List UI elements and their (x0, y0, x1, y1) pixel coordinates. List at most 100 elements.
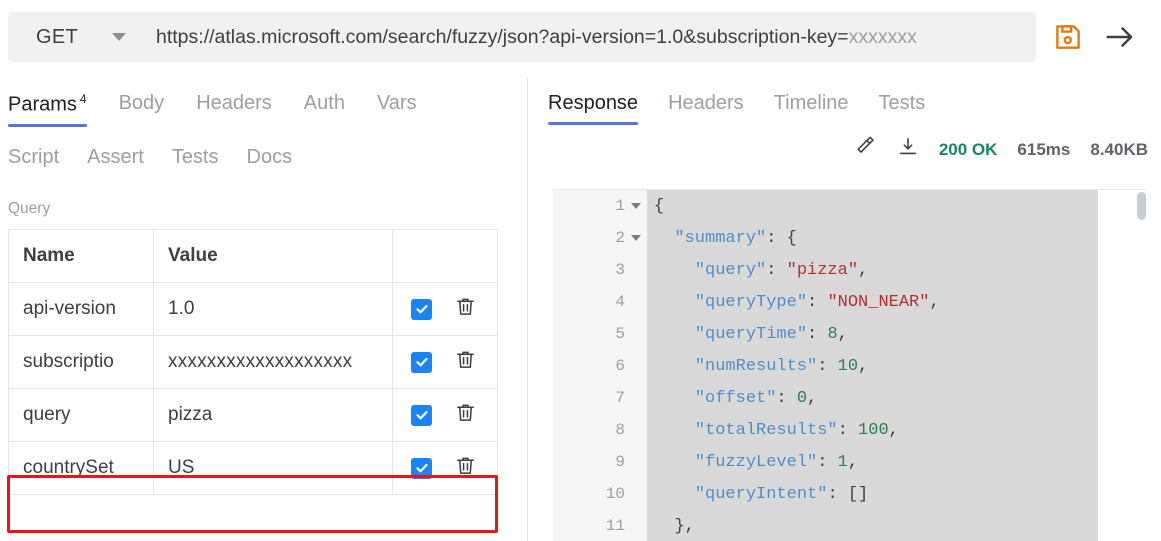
chevron-down-icon[interactable] (112, 33, 126, 41)
code-line: "numResults": 10, (648, 350, 1098, 382)
query-section-label: Query (8, 200, 51, 217)
actions-wrapper (394, 348, 497, 377)
query-params-table: Name Value api-version 1.0 subscriptio xxxxx… (8, 229, 498, 495)
fold-toggle-icon[interactable] (631, 203, 641, 209)
param-value-cell[interactable]: 1.0 (153, 282, 393, 336)
tab-docs[interactable]: Docs (247, 146, 293, 169)
trash-icon[interactable] (454, 401, 477, 430)
code-token: : (817, 452, 838, 472)
code-line: "summary": { (648, 222, 1098, 254)
response-body-viewer[interactable]: 1 2 3 4 5 6 7 8 9 10 11 { "summary": { "query": "p… (553, 189, 1146, 541)
http-method-label: GET (36, 25, 79, 48)
param-value-cell[interactable]: pizza (153, 388, 393, 442)
tab-label: Script (8, 146, 60, 168)
line-number: 5 (553, 318, 647, 350)
tab-timeline[interactable]: Timeline (774, 92, 849, 125)
trash-icon[interactable] (454, 454, 477, 483)
line-number-label: 5 (615, 325, 625, 343)
param-enabled-checkbox[interactable] (411, 298, 432, 320)
code-token: , (847, 452, 859, 472)
tab-body[interactable]: Body (119, 92, 165, 125)
code-line: "totalResults": 100, (648, 414, 1098, 446)
param-name-cell[interactable]: countrySet (8, 441, 154, 495)
tab-label: Response (548, 92, 639, 114)
tab-headers[interactable]: Headers (196, 92, 272, 125)
tab-response[interactable]: Response (548, 92, 639, 125)
line-number-gutter: 1 2 3 4 5 6 7 8 9 10 11 (553, 190, 648, 541)
code-token: "pizza" (786, 260, 859, 280)
param-enabled-checkbox[interactable] (411, 351, 432, 373)
request-secondary-tabs: Script Assert Tests Docs (8, 146, 292, 169)
code-token: : (776, 388, 797, 408)
code-token: : (837, 420, 859, 440)
code-token: : (807, 292, 828, 312)
line-number-label: 11 (605, 517, 625, 535)
tab-tests[interactable]: Tests (879, 92, 926, 125)
param-enabled-checkbox[interactable] (411, 457, 432, 479)
tab-vars[interactable]: Vars (377, 92, 417, 125)
tab-assert[interactable]: Assert (87, 146, 144, 169)
code-token: , (858, 260, 869, 280)
line-number: 2 (553, 222, 647, 254)
tab-tests[interactable]: Tests (172, 146, 219, 169)
line-number: 6 (553, 350, 647, 382)
trash-icon[interactable] (454, 348, 477, 377)
param-actions-cell (392, 282, 498, 336)
code-token: : (807, 324, 828, 344)
send-request-arrow-icon[interactable] (1104, 22, 1136, 52)
url-input[interactable]: https://atlas.microsoft.com/search/fuzzy… (156, 26, 1036, 49)
url-bar: GET https://atlas.microsoft.com/search/f… (8, 12, 1036, 62)
line-number: 1 (553, 190, 647, 222)
code-token: : (766, 260, 787, 280)
tab-auth[interactable]: Auth (304, 92, 345, 125)
table-header-row: Name Value (8, 229, 498, 283)
code-line: "queryType": "NON_NEAR", (648, 286, 1098, 318)
request-primary-tabs: Params 4 Body Headers Auth Vars (8, 92, 417, 127)
table-row[interactable]: countrySet US (8, 441, 498, 495)
trash-icon[interactable] (454, 295, 477, 324)
line-number-label: 1 (615, 197, 625, 215)
code-token: , (888, 420, 899, 440)
http-method-selector[interactable]: GET (8, 26, 108, 49)
response-size: 8.40KB (1090, 139, 1148, 159)
param-name-cell[interactable]: subscriptio (8, 335, 154, 389)
table-row[interactable]: api-version 1.0 (8, 282, 498, 336)
line-number: 11 (553, 510, 647, 541)
tab-params[interactable]: Params 4 (8, 92, 87, 127)
table-row[interactable]: query pizza (8, 388, 498, 442)
param-value-cell[interactable]: xxxxxxxxxxxxxxxxxxx (153, 335, 393, 389)
tab-label: Tests (171, 146, 219, 168)
code-token: "queryType" (654, 292, 808, 312)
param-value-cell[interactable]: US (153, 441, 393, 495)
param-enabled-checkbox[interactable] (411, 404, 432, 426)
status-badge: 200 OK (938, 139, 998, 159)
table-row[interactable]: subscriptio xxxxxxxxxxxxxxxxxxx (8, 335, 498, 389)
eraser-icon[interactable] (855, 136, 877, 163)
json-code-area[interactable]: { "summary": { "query": "pizza", "queryT… (648, 190, 1098, 541)
line-number: 10 (553, 478, 647, 510)
tab-label: Docs (246, 146, 293, 168)
code-token: : (817, 356, 838, 376)
code-line: "query": "pizza", (648, 254, 1098, 286)
code-token: "NON_NEAR" (827, 292, 930, 312)
line-number: 9 (553, 446, 647, 478)
param-name-cell[interactable]: query (8, 388, 154, 442)
code-token: 100 (858, 420, 889, 440)
param-actions-cell (392, 388, 498, 442)
param-name-cell[interactable]: api-version (8, 282, 154, 336)
line-number-label: 7 (615, 389, 625, 407)
code-token: "fuzzyLevel" (654, 452, 818, 472)
response-scrollbar-thumb[interactable] (1137, 192, 1146, 220)
tab-badge-count: 4 (79, 92, 87, 106)
tab-headers[interactable]: Headers (668, 92, 744, 125)
save-floppy-icon[interactable] (1053, 22, 1083, 52)
tab-label: Body (118, 92, 165, 114)
download-icon[interactable] (897, 136, 919, 163)
actions-wrapper (394, 454, 497, 483)
tab-script[interactable]: Script (8, 146, 59, 169)
code-token: , (837, 324, 848, 344)
response-meta-bar: 200 OK 615ms 8.40KB (548, 136, 1148, 163)
column-header-actions (392, 229, 498, 283)
fold-toggle-icon[interactable] (631, 235, 641, 241)
url-visible-text: https://atlas.microsoft.com/search/fuzzy… (156, 25, 849, 48)
